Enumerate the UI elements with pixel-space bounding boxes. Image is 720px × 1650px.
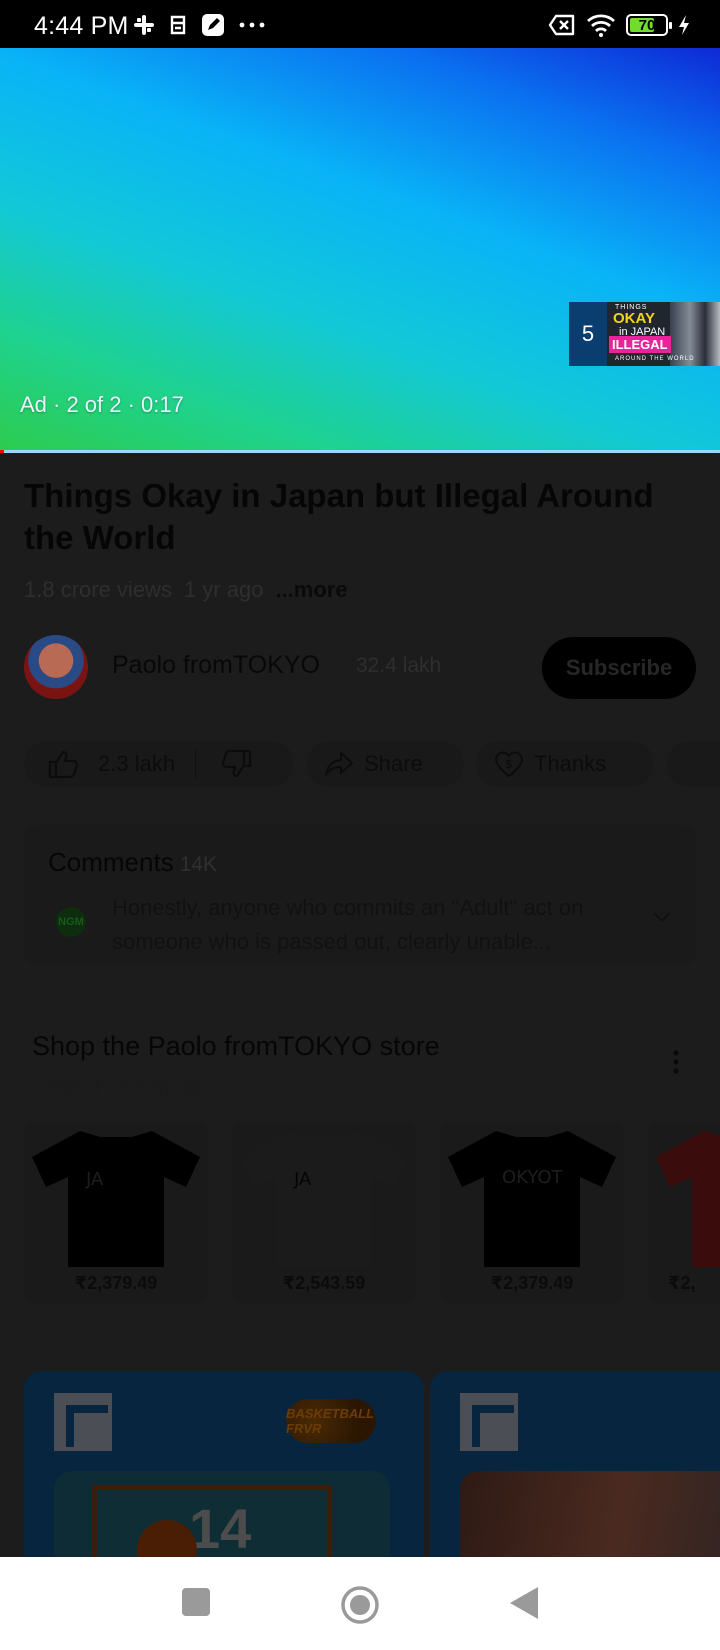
svg-text:$: $ xyxy=(505,757,513,771)
playables-logo-icon xyxy=(54,1393,112,1451)
product-list: JA ₹2,379.49 JA ₹2,543.59 OKYOT ₹2,379.4… xyxy=(24,1123,720,1305)
like-dislike-group: 2.3 lakh xyxy=(24,741,294,787)
chevron-down-icon[interactable] xyxy=(652,911,672,923)
tshirt-print: OKYOT xyxy=(502,1167,564,1188)
charging-icon xyxy=(679,15,689,35)
share-button[interactable]: Share xyxy=(306,741,464,787)
app-icon xyxy=(170,15,186,35)
product-card[interactable]: OKYOT ₹2,379.49 xyxy=(440,1123,624,1305)
status-left-icons xyxy=(133,12,265,38)
comments-count: 14K xyxy=(179,853,218,876)
subscriber-count: 32.4 lakh xyxy=(356,654,442,677)
top-comment-text: Honestly, anyone who commits an "Adult" … xyxy=(112,895,584,954)
shop-subtitle: From Fourthwall xyxy=(32,1073,206,1100)
thanks-button[interactable]: $ Thanks xyxy=(476,741,654,787)
product-price: ₹2,379.49 xyxy=(74,1273,158,1293)
playables-logo-icon xyxy=(460,1393,518,1451)
game-preview: 14 xyxy=(54,1471,390,1557)
battery-level: 70 xyxy=(638,16,656,34)
tshirt-image: JA xyxy=(32,1131,200,1267)
tshirt-image: JA xyxy=(240,1131,408,1267)
action-bar: 2.3 lakh Share $ Thanks xyxy=(24,741,720,787)
no-sim-icon xyxy=(548,14,575,36)
video-player[interactable]: Ad · 2 of 2 · 0:17 5 THINGS OKAY in JAPA… xyxy=(0,48,720,453)
video-meta[interactable]: 1.8 crore views 1 yr ago ...more xyxy=(24,577,348,603)
product-card[interactable]: JA ₹2,543.59 xyxy=(232,1123,416,1305)
channel-row: Paolo fromTOKYO 32.4 lakh Subscribe xyxy=(24,635,696,699)
comments-heading: Comments 14K xyxy=(48,847,217,878)
more-link[interactable]: ...more xyxy=(275,577,347,603)
shop-menu-icon[interactable] xyxy=(672,1049,680,1075)
thanks-label: Thanks xyxy=(534,751,607,776)
basketball-frvr-logo: BASKETBALL FRVR xyxy=(286,1399,376,1443)
thanks-heart-icon: $ xyxy=(494,751,524,778)
game-preview xyxy=(460,1471,720,1557)
thumb-line4: ILLEGAL xyxy=(609,336,671,353)
slack-icon xyxy=(134,15,154,35)
like-count: 2.3 lakh xyxy=(98,751,176,776)
game-card[interactable] xyxy=(430,1371,720,1557)
like-button[interactable]: 2.3 lakh xyxy=(48,749,175,779)
game-card[interactable]: BASKETBALL FRVR 14 xyxy=(24,1371,424,1557)
product-price: ₹2,379.49 xyxy=(490,1273,574,1293)
wifi-icon xyxy=(587,14,615,37)
more-actions-button[interactable] xyxy=(666,741,720,787)
shop-title: Shop the Paolo fromTOKYO store xyxy=(32,1031,440,1061)
ad-label: Ad · 2 of 2 · 0:17 xyxy=(20,392,184,417)
product-price: ₹2, xyxy=(668,1273,696,1293)
tshirt-print: JA xyxy=(293,1169,312,1190)
more-dots-icon xyxy=(239,22,265,28)
next-video-card[interactable]: 5 THINGS OKAY in JAPAN ILLEGAL AROUND TH… xyxy=(569,302,720,366)
thumbs-up-icon xyxy=(48,750,79,779)
comments-title: Comments xyxy=(48,847,174,877)
basketball-court: 14 xyxy=(92,1485,332,1557)
status-bar: 4:44 PM 70 xyxy=(0,0,720,48)
thumb-line5: AROUND THE WORLD xyxy=(615,356,695,362)
thumbs-down-icon[interactable] xyxy=(220,749,252,779)
product-price: ₹2,543.59 xyxy=(282,1273,366,1293)
edit-app-icon xyxy=(202,14,224,36)
tshirt-image xyxy=(656,1131,720,1267)
recents-button-icon[interactable] xyxy=(181,1585,211,1619)
commenter-avatar: NGM xyxy=(56,907,86,937)
upload-age: 1 yr ago xyxy=(183,577,264,602)
product-card[interactable]: JA ₹2,379.49 xyxy=(24,1123,208,1305)
next-count: 5 xyxy=(569,302,607,366)
channel-name[interactable]: Paolo fromTOKYO xyxy=(112,651,320,680)
product-card[interactable]: ₹2, xyxy=(648,1123,720,1305)
subscribe-button[interactable]: Subscribe xyxy=(542,637,696,699)
battery-icon: 70 xyxy=(626,14,672,36)
share-label: Share xyxy=(364,751,423,776)
back-button-icon[interactable] xyxy=(508,1585,540,1621)
status-time: 4:44 PM xyxy=(34,12,129,40)
like-divider xyxy=(195,749,197,779)
status-right-icons: 70 xyxy=(548,11,690,39)
tshirt-image: OKYOT xyxy=(448,1131,616,1267)
thumb-line2: OKAY xyxy=(613,310,655,327)
home-button-icon[interactable] xyxy=(340,1585,380,1625)
basketball-icon xyxy=(137,1520,197,1557)
channel-avatar[interactable] xyxy=(24,635,88,699)
video-title[interactable]: Things Okay in Japan but Illegal Around … xyxy=(24,475,684,559)
next-video-thumbnail: THINGS OKAY in JAPAN ILLEGAL AROUND THE … xyxy=(607,302,720,366)
navigation-bar xyxy=(0,1557,720,1650)
game-score: 14 xyxy=(189,1497,252,1557)
watch-page-content: Things Okay in Japan but Illegal Around … xyxy=(0,453,720,1557)
comments-section[interactable]: Comments 14K NGM Honestly, anyone who com… xyxy=(24,825,696,965)
share-icon xyxy=(325,752,353,776)
tshirt-print: JA xyxy=(85,1169,104,1190)
view-count: 1.8 crore views xyxy=(24,577,172,602)
